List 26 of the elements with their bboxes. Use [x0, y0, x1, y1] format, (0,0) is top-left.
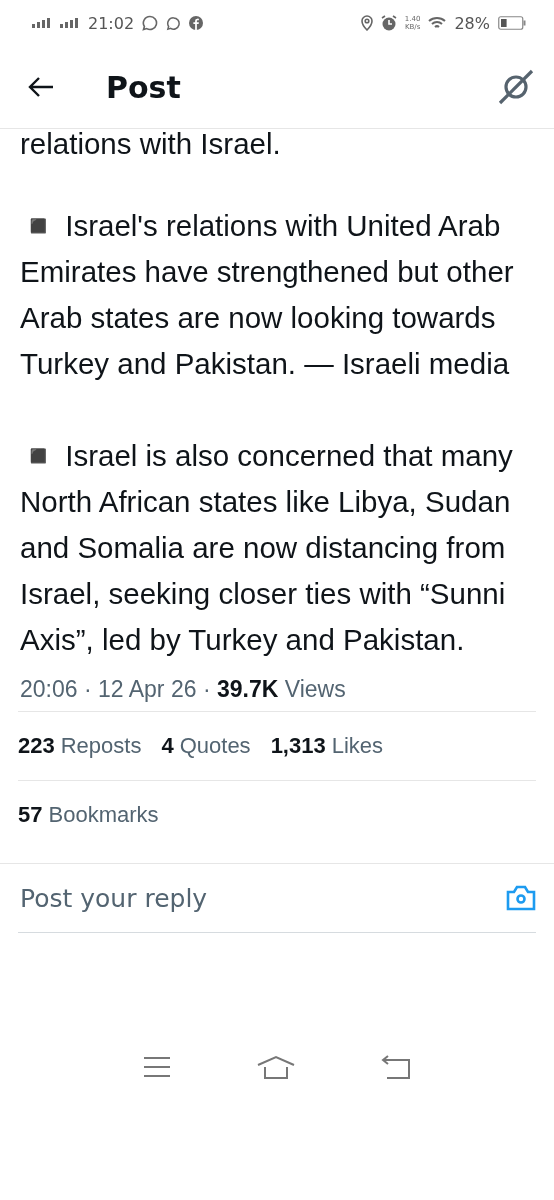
signal-icon	[60, 18, 80, 28]
signal-icon	[32, 18, 52, 28]
stat-link[interactable]: 4 Quotes	[161, 733, 251, 759]
back-arrow-icon[interactable]	[28, 76, 54, 98]
bookmarks-link[interactable]: 57 Bookmarks	[18, 802, 159, 828]
battery-icon	[498, 16, 526, 30]
stat-link[interactable]: 223 Reposts	[18, 733, 142, 759]
page-title: Post	[106, 69, 182, 105]
slashed-circle-icon[interactable]	[498, 69, 534, 105]
stat-link[interactable]: 1,313 Likes	[270, 733, 384, 759]
chat-bubble-icon	[142, 15, 159, 31]
circle-f-icon	[189, 16, 204, 30]
camera-icon[interactable]	[506, 884, 536, 912]
post-paragraph: ◾ Israel's relations with United Arab Emirates have strengthened but other Arab states are now looking towards Turkey and Pakistan. — Israeli media	[20, 208, 515, 382]
post-text: relations with Israel.	[20, 129, 282, 159]
battery-percent: 28%	[454, 13, 490, 33]
clock-time: 21:02	[88, 13, 135, 33]
alarm-clock-icon	[380, 15, 397, 31]
wifi-icon	[428, 16, 447, 30]
home-icon[interactable]	[257, 1054, 295, 1079]
post-timestamp: 20:06 · 12 Apr 26 · 39.7K Views	[20, 675, 346, 703]
location-pin-icon	[360, 15, 373, 31]
chat-bubble-icon	[166, 15, 182, 31]
menu-icon[interactable]	[143, 1055, 171, 1078]
back-icon[interactable]	[381, 1054, 411, 1079]
post-paragraph: ◾ Israel is also concerned that many North African states like Libya, Sudan and Somalia are now distancing from Israel, seeking closer ties with “Sunni Axis”, led by Turkey and Pakistan.	[20, 438, 514, 658]
